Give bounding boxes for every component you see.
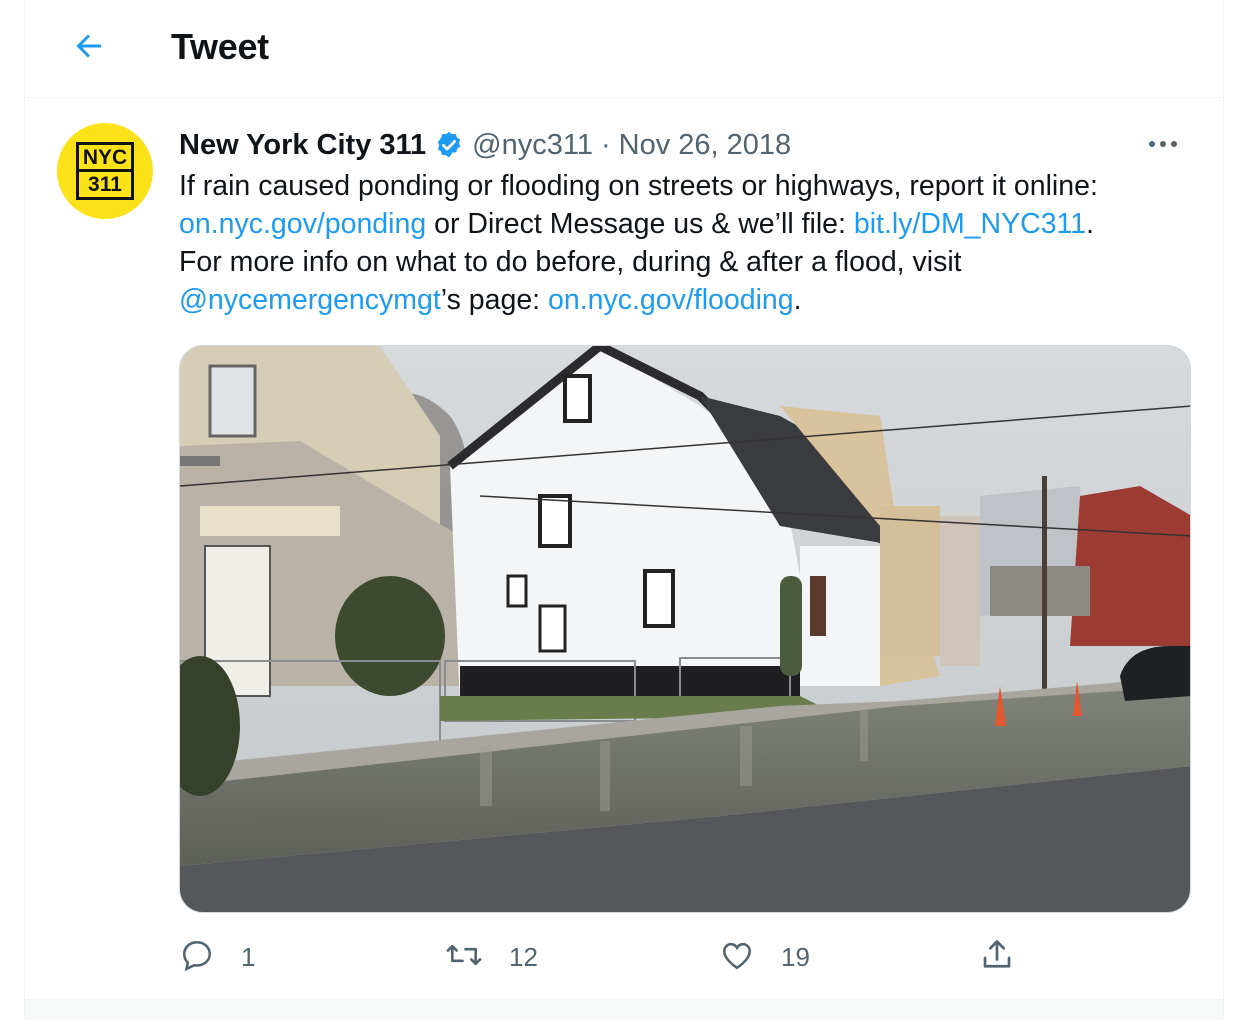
like-count: 19	[781, 941, 810, 972]
retweet-button[interactable]: 12	[445, 935, 538, 979]
logo-text-top: NYC	[79, 147, 131, 172]
tweet-meta: New York City 311 @nyc311 · Nov 26, 2018	[179, 125, 791, 165]
author-name[interactable]: New York City 311	[179, 129, 426, 162]
flooded-street-illustration	[180, 346, 1190, 912]
flooding-link[interactable]: on.nyc.gov/flooding	[548, 284, 794, 316]
reply-button[interactable]: 1	[179, 935, 255, 979]
more-icon	[1147, 136, 1179, 154]
reply-icon	[179, 937, 215, 978]
ponding-link[interactable]: on.nyc.gov/ponding	[179, 208, 426, 240]
arrow-left-icon	[71, 28, 107, 69]
like-icon	[719, 937, 755, 978]
back-button[interactable]	[65, 24, 113, 72]
tweet-text-segment: .	[1086, 208, 1095, 240]
page-header: Tweet	[25, 0, 1223, 98]
retweet-icon	[445, 937, 483, 978]
tweet: NYC 311 New York City 311 @nyc311 · Nov …	[25, 99, 1223, 999]
tweet-actions: 1 12 19	[179, 935, 1191, 979]
share-button[interactable]	[979, 935, 1015, 979]
tweet-text-segment: ’s page:	[440, 284, 549, 316]
more-options-button[interactable]	[1143, 125, 1183, 165]
dm-link[interactable]: bit.ly/DM_NYC311	[854, 208, 1086, 240]
avatar[interactable]: NYC 311	[57, 123, 153, 219]
nyc311-logo: NYC 311	[76, 142, 134, 200]
author-handle[interactable]: @nyc311	[472, 129, 593, 162]
tweet-text-segment: .	[793, 284, 802, 316]
share-icon	[979, 937, 1015, 978]
verified-badge-icon	[434, 130, 464, 160]
retweet-count: 12	[509, 941, 538, 972]
tweet-text-segment: or Direct Message us & we’ll file:	[426, 208, 854, 240]
meta-separator: ·	[600, 128, 611, 161]
tweet-detail-column: Tweet NYC 311 New York City 311 @nyc311 …	[24, 0, 1224, 1020]
page-title: Tweet	[171, 26, 269, 67]
timeline-divider	[25, 999, 1223, 1020]
reply-count: 1	[241, 941, 256, 972]
tweet-date[interactable]: Nov 26, 2018	[619, 129, 792, 162]
tweet-text-line: For more info on what to do before, duri…	[179, 246, 962, 278]
logo-text-bottom: 311	[88, 173, 122, 196]
like-button[interactable]: 19	[719, 935, 810, 979]
tweet-photo[interactable]	[179, 345, 1191, 913]
tweet-text: If rain caused ponding or flooding on st…	[179, 167, 1189, 319]
tweet-text-line: If rain caused ponding or flooding on st…	[179, 170, 1098, 202]
mention-link[interactable]: @nycemergencymgt	[179, 284, 441, 316]
